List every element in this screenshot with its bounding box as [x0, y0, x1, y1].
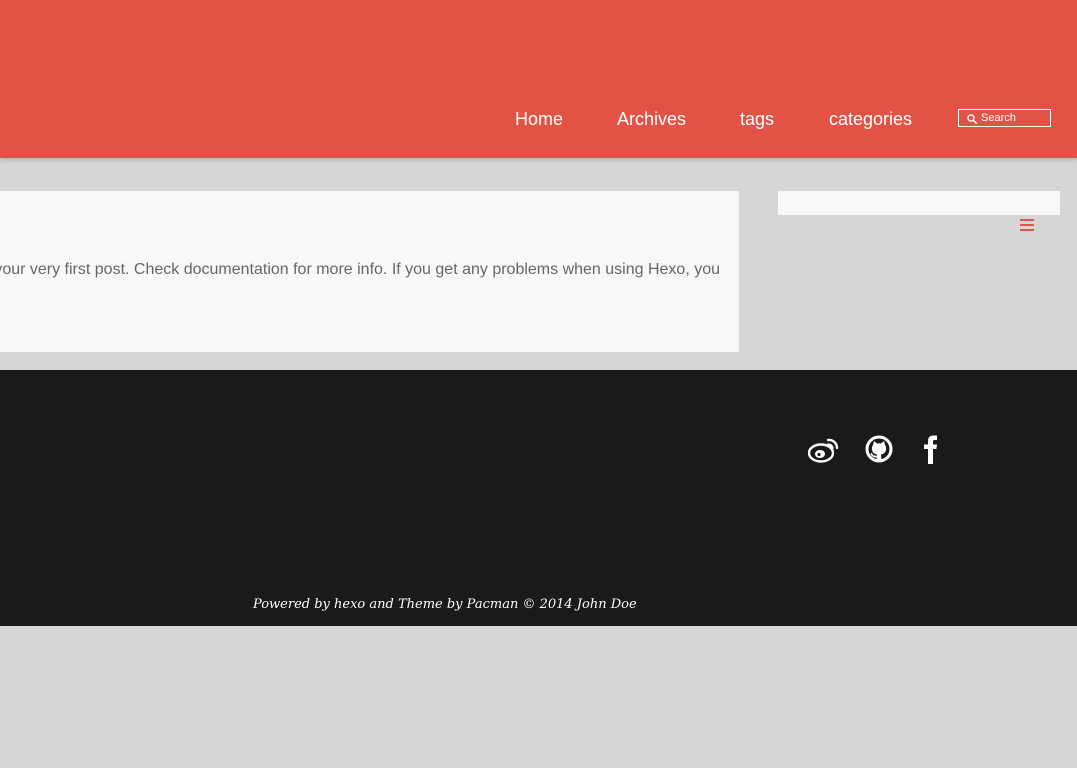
github-icon[interactable] [864, 434, 894, 464]
post-excerpt: Welcome to Hexo! This is your very first… [0, 261, 720, 278]
credit-suffix: © 2014 John Doe [518, 597, 637, 612]
hamburger-menu-icon[interactable] [1020, 219, 1034, 232]
credit-prefix: Powered by [253, 597, 335, 612]
weibo-icon[interactable] [807, 434, 839, 464]
nav-home[interactable]: Home [515, 108, 563, 130]
nav-categories[interactable]: categories [829, 108, 912, 130]
footer-credit: Powered by hexo and Theme by Pacman © 20… [253, 597, 637, 613]
post-card: Welcome to Hexo! This is your very first… [0, 191, 739, 352]
nav-tags[interactable]: tags [740, 108, 774, 130]
pacman-theme-link[interactable]: Pacman [467, 597, 519, 612]
search-input[interactable] [981, 110, 1047, 126]
sidebar-widget [778, 191, 1060, 215]
search-icon [967, 114, 977, 124]
search-box[interactable] [958, 109, 1051, 127]
site-footer: Powered by hexo and Theme by Pacman © 20… [0, 370, 1077, 626]
hexo-link[interactable]: hexo [334, 597, 365, 612]
facebook-icon[interactable] [918, 434, 948, 464]
site-header: Home Archives tags categories [0, 0, 1077, 158]
credit-middle: and Theme by [365, 597, 467, 612]
nav-archives[interactable]: Archives [617, 108, 686, 130]
